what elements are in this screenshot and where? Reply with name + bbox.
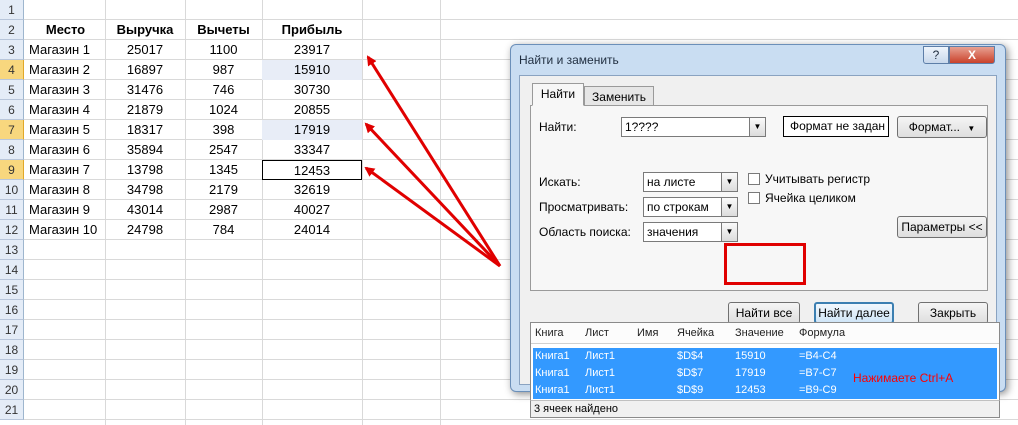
find-replace-dialog: Найти и заменить ? X Заменить Найти: 1??… — [510, 44, 1006, 418]
arrow-to-d7 — [364, 122, 502, 268]
result-row[interactable]: Книга1 Лист1 $D$4 15910 =B4-C4 — [533, 348, 997, 365]
search-label: Просматривать: — [539, 200, 629, 214]
format-button[interactable]: Формат... ▼ — [897, 116, 987, 138]
result-cell: =B9-C9 — [799, 384, 837, 396]
result-cell: 15910 — [735, 350, 766, 362]
chevron-down-icon[interactable]: ▼ — [721, 223, 737, 241]
lookin-value: значения — [647, 225, 699, 239]
result-cell: Книга1 — [535, 384, 570, 396]
find-all-button[interactable]: Найти все — [728, 302, 800, 324]
result-cell: =B4-C4 — [799, 350, 837, 362]
result-cell: Лист1 — [585, 384, 616, 396]
tab-replace[interactable]: Заменить — [584, 86, 654, 106]
result-cell: $D$4 — [677, 350, 704, 362]
close-button[interactable]: Закрыть — [918, 302, 988, 324]
find-input[interactable]: 1???? ▼ — [621, 117, 766, 137]
results-column-header[interactable]: Формула — [799, 323, 845, 343]
arrow-to-d9 — [364, 166, 501, 268]
tab-find[interactable]: Найти — [532, 83, 584, 106]
results-header: Книга Лист Имя Ячейка Значение Формула — [531, 323, 999, 344]
result-cell: Лист1 — [585, 367, 616, 379]
within-value: на листе — [647, 175, 696, 189]
results-column-header[interactable]: Имя — [637, 323, 658, 343]
results-column-header[interactable]: Ячейка — [677, 323, 714, 343]
match-entire-label: Ячейка целиком — [765, 191, 856, 205]
chevron-down-icon[interactable]: ▼ — [721, 173, 737, 191]
match-entire-checkbox[interactable] — [748, 192, 760, 204]
results-list[interactable]: Книга Лист Имя Ячейка Значение Формула Книга1… — [530, 322, 1000, 404]
chevron-down-icon[interactable]: ▼ — [749, 118, 765, 136]
status-bar: 3 ячеек найдено — [530, 400, 1000, 418]
find-label: Найти: — [539, 120, 577, 134]
annotation-note: Нажимаете Ctrl+A — [853, 371, 954, 385]
find-next-button[interactable]: Найти далее — [814, 302, 894, 324]
format-button-label: Формат... — [908, 120, 961, 134]
close-icon[interactable]: X — [949, 46, 995, 64]
dialog-title: Найти и заменить — [519, 53, 619, 67]
arrow-to-d4 — [366, 55, 502, 267]
dialog-body: Заменить Найти: 1???? ▼ Формат не задан … — [519, 75, 1000, 418]
chevron-down-icon: ▼ — [967, 124, 976, 133]
result-cell: 12453 — [735, 384, 766, 396]
lookin-select[interactable]: значения ▼ — [643, 222, 738, 242]
result-cell: 17919 — [735, 367, 766, 379]
options-button[interactable]: Параметры << — [897, 216, 987, 238]
within-select[interactable]: на листе ▼ — [643, 172, 738, 192]
highlight-box — [724, 243, 806, 285]
match-case-checkbox[interactable] — [748, 173, 760, 185]
lookin-label: Область поиска: — [539, 225, 631, 239]
result-cell: =B7-C7 — [799, 367, 837, 379]
result-cell: Лист1 — [585, 350, 616, 362]
search-select[interactable]: по строкам ▼ — [643, 197, 738, 217]
search-value: по строкам — [647, 200, 709, 214]
result-cell: Книга1 — [535, 367, 570, 379]
within-label: Искать: — [539, 175, 581, 189]
chevron-down-icon[interactable]: ▼ — [721, 198, 737, 216]
result-cell: $D$9 — [677, 384, 704, 396]
help-button[interactable]: ? — [923, 46, 949, 64]
results-column-header[interactable]: Книга — [535, 323, 564, 343]
find-input-value: 1???? — [625, 120, 659, 134]
results-column-header[interactable]: Значение — [735, 323, 784, 343]
result-cell: $D$7 — [677, 367, 704, 379]
result-cell: Книга1 — [535, 350, 570, 362]
match-case-label: Учитывать регистр — [765, 172, 871, 186]
format-preview: Формат не задан — [783, 116, 889, 137]
results-column-header[interactable]: Лист — [585, 323, 609, 343]
